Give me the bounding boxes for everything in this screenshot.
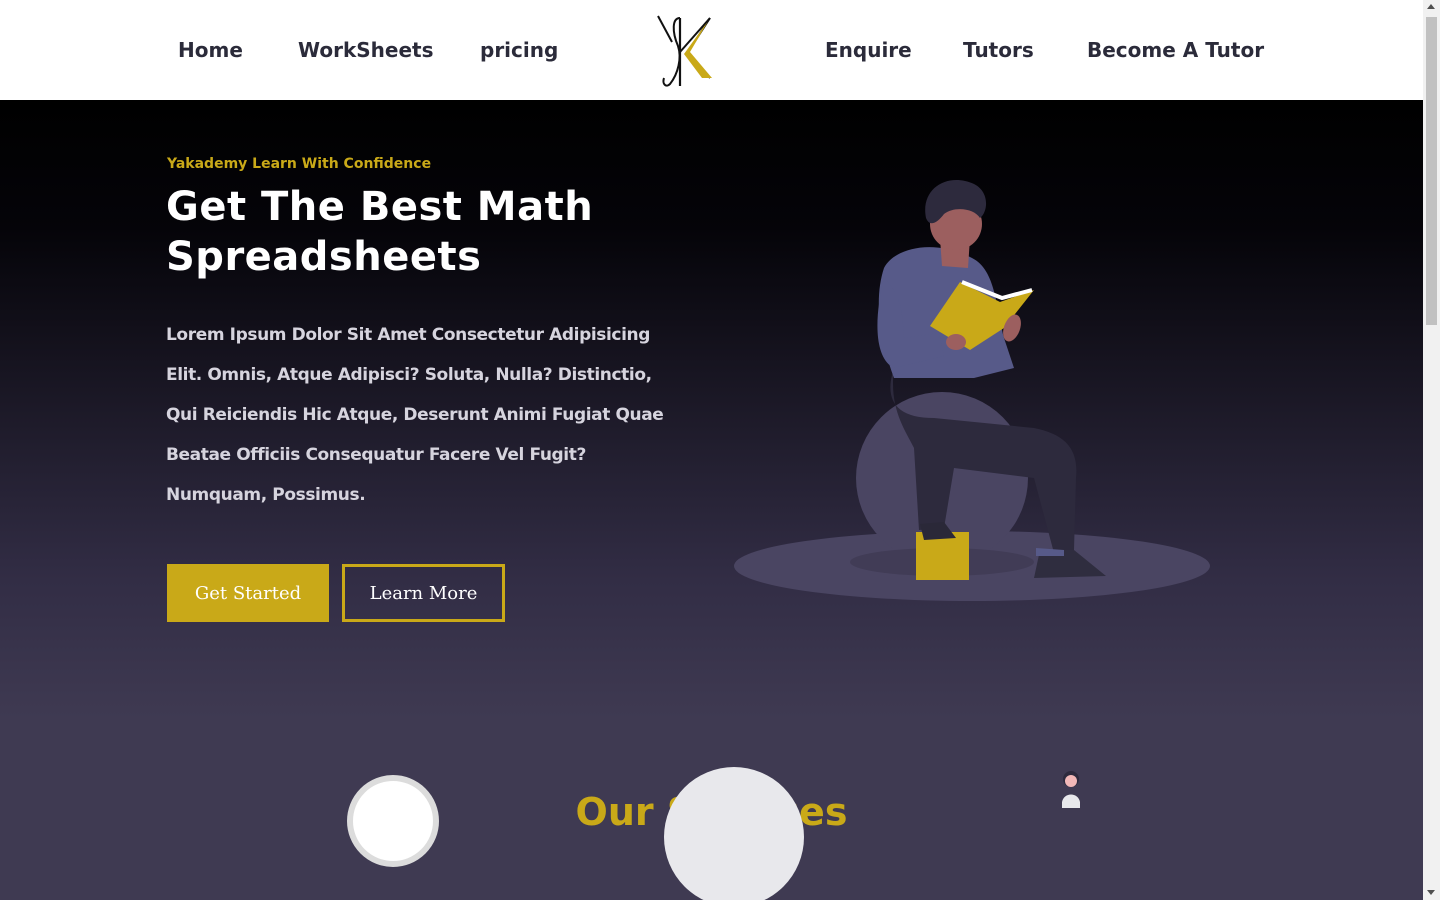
hero-body: Lorem Ipsum Dolor Sit Amet Consectetur A… — [166, 325, 664, 505]
hero-headline: Get The Best Math Spreadsheets — [166, 184, 594, 280]
service-3-illustration — [1062, 771, 1080, 808]
nav-link-enquire[interactable]: Enquire — [825, 36, 912, 64]
get-started-button[interactable]: Get Started — [167, 564, 329, 622]
nav-link-tutors[interactable]: Tutors — [963, 36, 1034, 64]
service-2-illustration — [664, 767, 804, 900]
navbar: Home WorkSheets pricing Enquire Tutors B… — [0, 0, 1423, 100]
nav-link-home[interactable]: Home — [178, 36, 243, 64]
nav-link-worksheets[interactable]: WorkSheets — [298, 36, 434, 64]
scroll-thumb[interactable] — [1426, 17, 1437, 325]
learn-more-button[interactable]: Learn More — [342, 564, 505, 622]
hero-tagline: Yakademy Learn With Confidence — [167, 156, 432, 172]
scrollbar[interactable] — [1423, 0, 1440, 900]
scroll-up-arrow-icon[interactable] — [1427, 4, 1435, 9]
scroll-down-arrow-icon[interactable] — [1427, 890, 1435, 895]
reading-person-illustration — [734, 179, 1210, 601]
logo[interactable] — [652, 12, 718, 88]
nav-link-become-a-tutor[interactable]: Become A Tutor — [1087, 36, 1264, 64]
nav-link-pricing[interactable]: pricing — [480, 36, 558, 64]
service-1-illustration — [347, 775, 439, 867]
